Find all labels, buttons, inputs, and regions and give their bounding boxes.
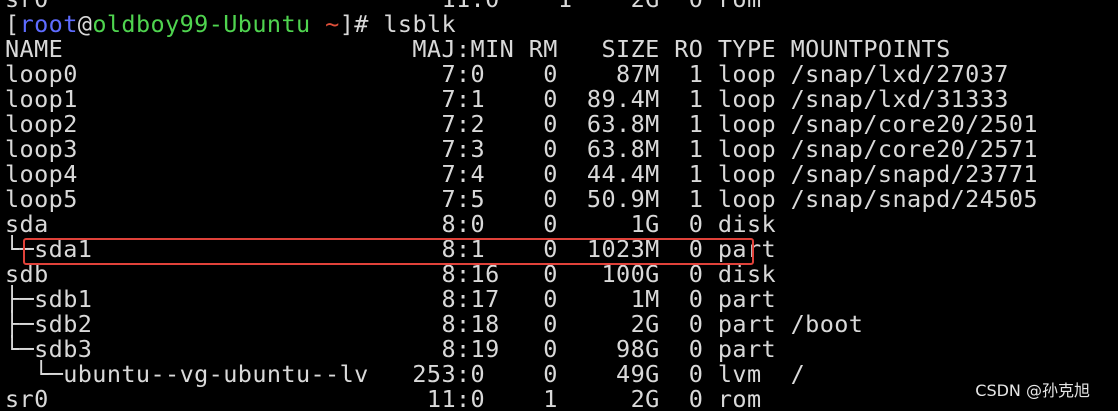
prompt-cwd: ~	[325, 10, 340, 38]
command-text: lsblk	[383, 10, 457, 38]
prompt-bracket-open: [	[5, 10, 20, 38]
table-row: loop0 7:0 0 87M 1 loop /snap/lxd/27037	[5, 60, 1009, 88]
table-row: ├─sdb2 8:18 0 2G 0 part /boot	[5, 310, 864, 338]
table-row: loop1 7:1 0 89.4M 1 loop /snap/lxd/31333	[5, 85, 1009, 113]
prompt-bracket-close: ]#	[339, 10, 384, 38]
prompt-host: oldboy99-Ubuntu	[92, 10, 311, 38]
table-row: sda 8:0 0 1G 0 disk	[5, 210, 777, 238]
watermark: CSDN @孙克旭	[975, 381, 1090, 400]
table-row: loop3 7:3 0 63.8M 1 loop /snap/core20/25…	[5, 135, 1038, 163]
table-row: loop2 7:2 0 63.8M 1 loop /snap/core20/25…	[5, 110, 1038, 138]
table-row: loop5 7:5 0 50.9M 1 loop /snap/snapd/245…	[5, 185, 1038, 213]
table-row: sdb 8:16 0 100G 0 disk	[5, 260, 777, 288]
table-header: NAME MAJ:MIN RM SIZE RO TYPE MOUNTPOINTS	[5, 35, 951, 63]
table-row: loop4 7:4 0 44.4M 1 loop /snap/snapd/237…	[5, 160, 1038, 188]
table-row: └─ubuntu--vg-ubuntu--lv 253:0 0 49G 0 lv…	[5, 360, 806, 388]
table-row: sr0 11:0 1 2G 0 rom	[5, 385, 762, 411]
prompt-line: [root@oldboy99-Ubuntu ~]# lsblk	[5, 12, 456, 37]
terminal-window[interactable]: sr0 11:0 1 2G 0 rom [root@oldboy99-Ubunt…	[0, 0, 1118, 411]
prompt-at: @	[77, 10, 93, 38]
table-row: ├─sdb1 8:17 0 1M 0 part	[5, 285, 777, 313]
table-row-highlighted: └─sda1 8:1 0 1023M 0 part	[5, 235, 777, 263]
table-row: └─sdb3 8:19 0 98G 0 part	[5, 335, 777, 363]
prompt-user: root	[19, 10, 78, 38]
